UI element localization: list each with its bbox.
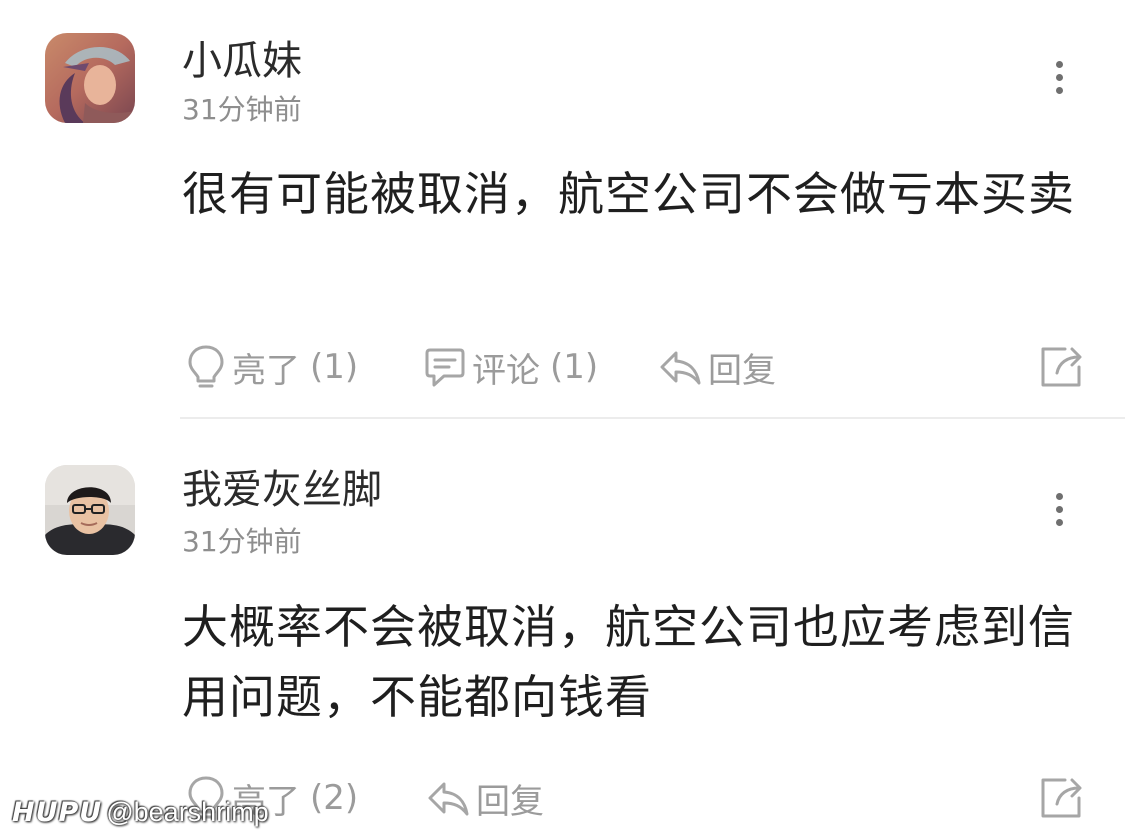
watermark-brand: HUPU <box>12 796 103 828</box>
share-icon <box>1041 778 1082 818</box>
comment-text: 大概率不会被取消，航空公司也应考虑到信用问题，不能都向钱看 <box>182 600 1075 724</box>
username[interactable]: 小瓜妹 <box>182 37 302 85</box>
like-label: 亮了 <box>232 350 300 391</box>
comment-actions: 亮了 (1) 评论 (1) 回复 <box>182 339 1092 395</box>
lightbulb-icon <box>186 343 226 391</box>
more-vertical-icon-dot <box>1056 87 1063 94</box>
more-vertical-icon <box>1056 61 1063 68</box>
like-button[interactable]: 亮了 (1) <box>186 339 358 395</box>
reply-button[interactable]: 回复 <box>658 339 776 395</box>
reply-arrow-icon <box>426 778 470 818</box>
like-count: (2) <box>310 778 359 818</box>
more-vertical-icon <box>1056 493 1063 500</box>
watermark: HUPU @bearshrimp <box>12 792 269 832</box>
divider <box>180 417 1125 419</box>
comment-actions: 亮了 (2) 回复 <box>182 770 1092 826</box>
like-count: (1) <box>310 347 359 387</box>
more-vertical-icon-dot <box>1056 519 1063 526</box>
share-button[interactable] <box>1039 774 1085 820</box>
avatar[interactable] <box>45 33 135 123</box>
timestamp: 31分钟前 <box>182 525 302 558</box>
reply-arrow-icon <box>658 347 702 387</box>
avatar[interactable] <box>45 465 135 555</box>
more-vertical-icon-dot <box>1056 74 1063 81</box>
comment-text: 很有可能被取消，航空公司不会做亏本买卖 <box>182 167 1075 221</box>
timestamp: 31分钟前 <box>182 93 302 126</box>
watermark-handle: @bearshrimp <box>106 796 269 827</box>
comment-button[interactable]: 评论 (1) <box>424 339 598 395</box>
comment-count: (1) <box>550 347 599 387</box>
more-vertical-icon-dot <box>1056 506 1063 513</box>
share-icon <box>1041 347 1082 387</box>
reply-label: 回复 <box>476 781 544 822</box>
speech-bubble-icon <box>424 345 466 389</box>
reply-button[interactable]: 回复 <box>426 770 544 826</box>
more-options-button[interactable] <box>1046 488 1074 532</box>
reply-label: 回复 <box>708 350 776 391</box>
share-button[interactable] <box>1039 343 1085 389</box>
comment-label: 评论 <box>472 350 540 391</box>
more-options-button[interactable] <box>1046 56 1074 100</box>
username[interactable]: 我爱灰丝脚 <box>182 466 382 514</box>
